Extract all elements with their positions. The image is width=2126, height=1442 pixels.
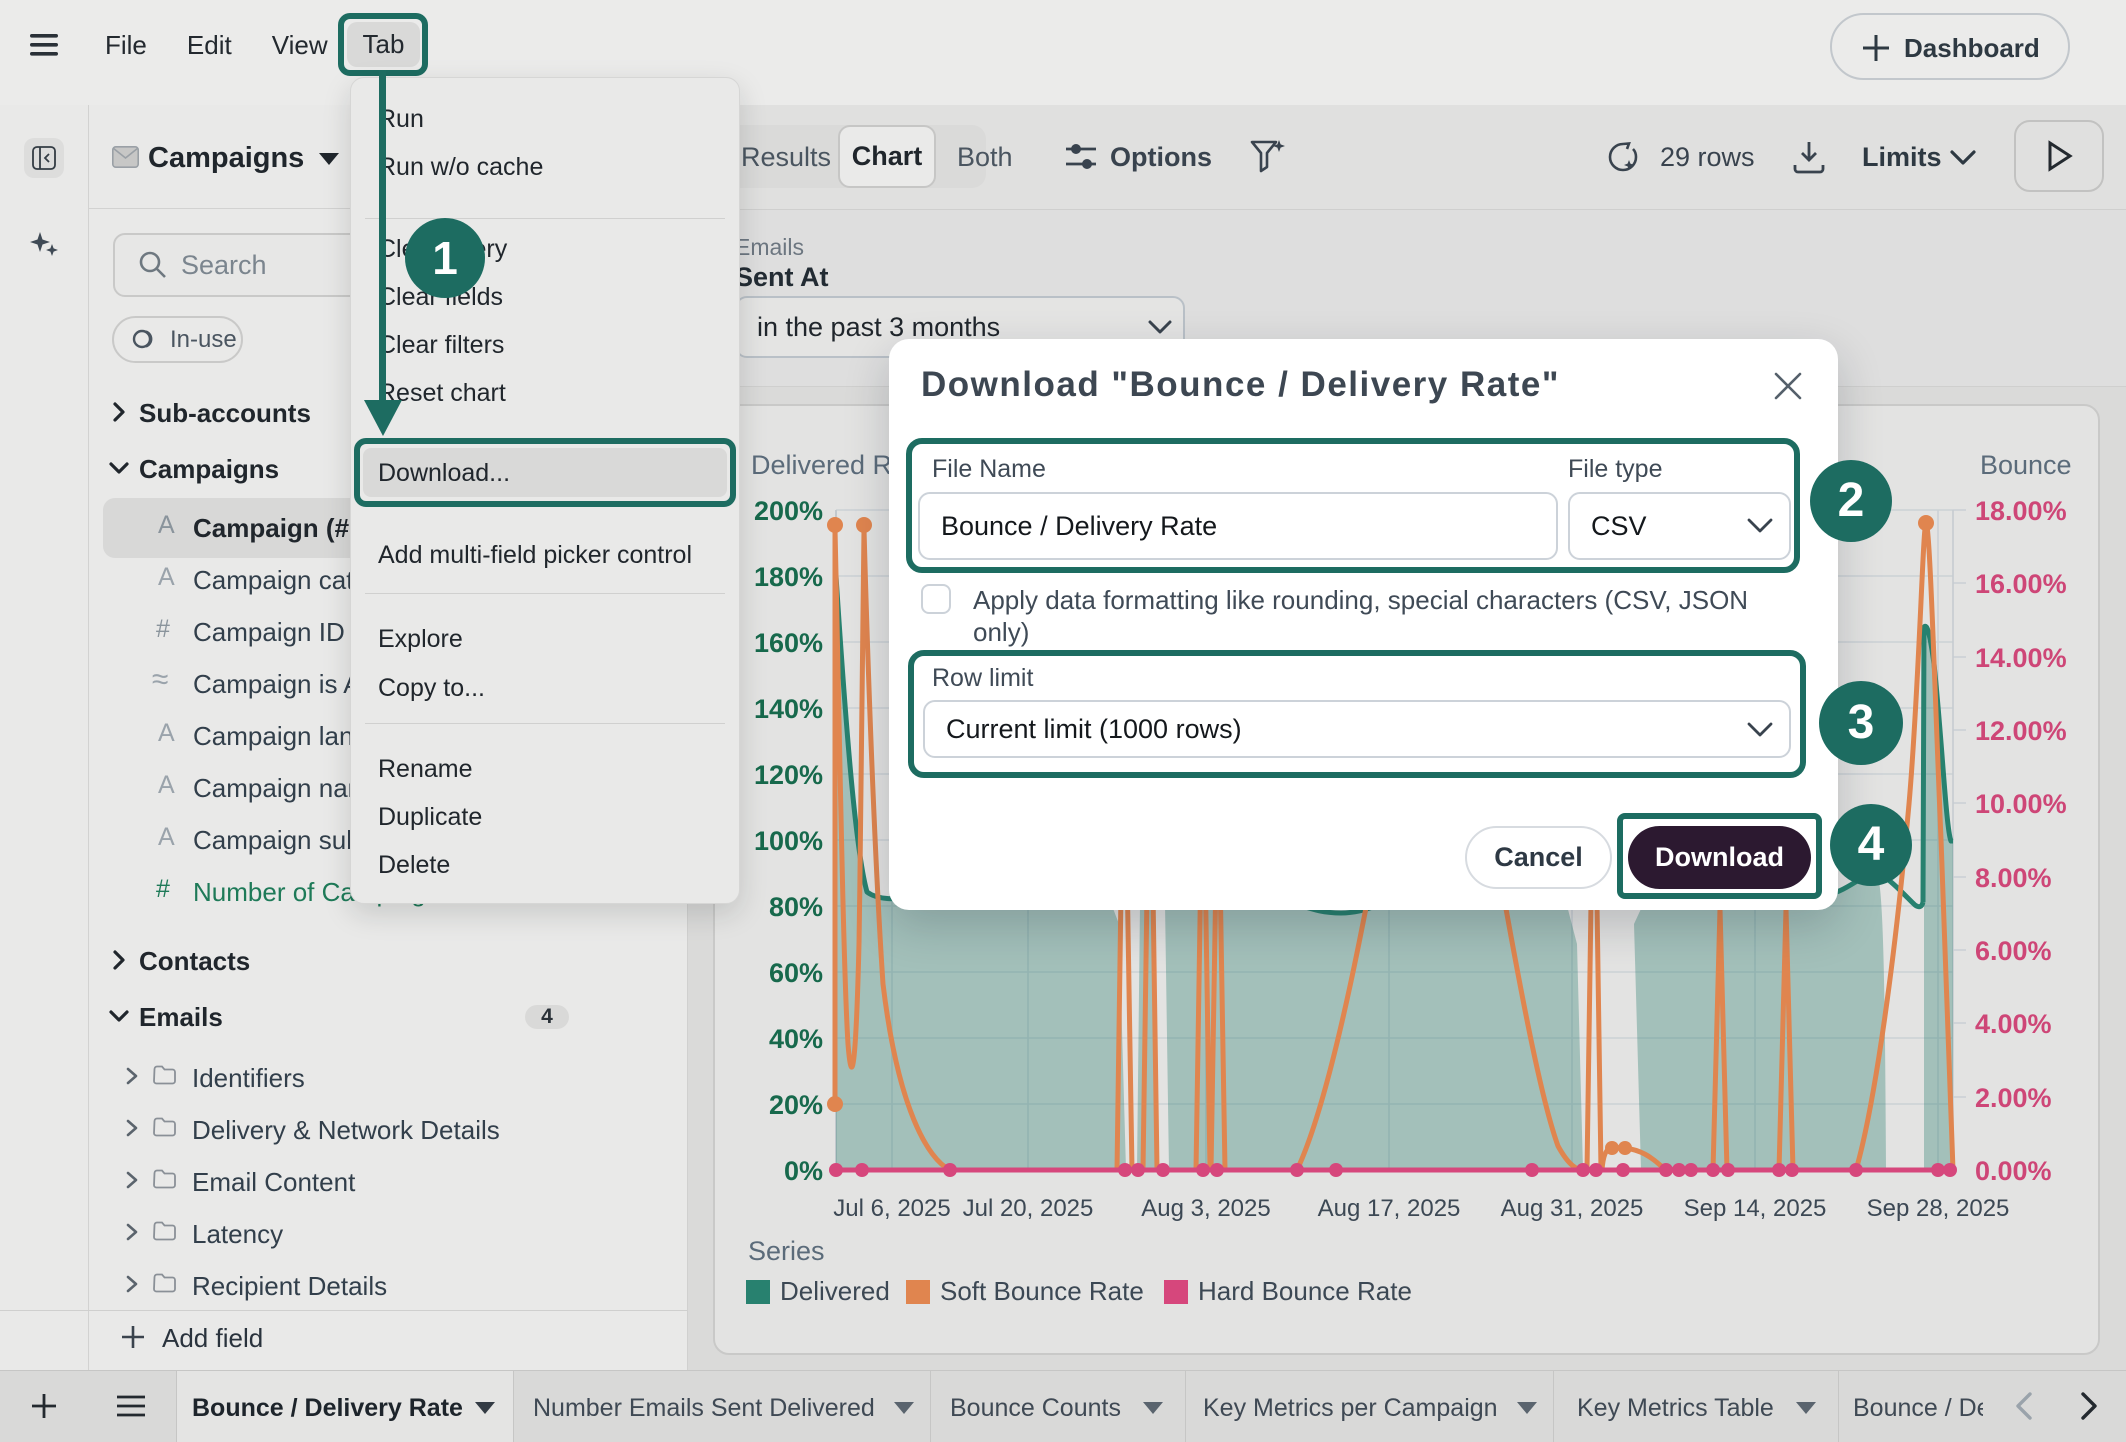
- svg-text:8.00%: 8.00%: [1975, 863, 2052, 893]
- svg-text:100%: 100%: [754, 826, 823, 856]
- svg-text:40%: 40%: [769, 1024, 823, 1054]
- svg-text:0%: 0%: [784, 1156, 823, 1186]
- svg-text:18.00%: 18.00%: [1975, 496, 2067, 526]
- svg-text:Delivered Ra: Delivered Ra: [751, 450, 908, 480]
- svg-text:160%: 160%: [754, 628, 823, 658]
- svg-text:20%: 20%: [769, 1090, 823, 1120]
- svg-text:Aug 17, 2025: Aug 17, 2025: [1318, 1195, 1461, 1222]
- svg-text:140%: 140%: [754, 694, 823, 724]
- svg-text:6.00%: 6.00%: [1975, 936, 2052, 966]
- svg-text:Hard Bounce Rate: Hard Bounce Rate: [1198, 1276, 1412, 1306]
- svg-text:14.00%: 14.00%: [1975, 643, 2067, 673]
- svg-text:2.00%: 2.00%: [1975, 1083, 2052, 1113]
- svg-text:Sep 28, 2025: Sep 28, 2025: [1867, 1195, 2010, 1222]
- svg-text:Sep 14, 2025: Sep 14, 2025: [1684, 1195, 1827, 1222]
- svg-text:200%: 200%: [754, 496, 823, 526]
- svg-text:60%: 60%: [769, 958, 823, 988]
- svg-text:Series: Series: [748, 1236, 825, 1266]
- svg-text:Aug 31, 2025: Aug 31, 2025: [1501, 1195, 1644, 1222]
- svg-text:Bounce: Bounce: [1980, 450, 2072, 480]
- svg-text:Jul 6, 2025: Jul 6, 2025: [833, 1195, 950, 1222]
- svg-text:80%: 80%: [769, 892, 823, 922]
- svg-text:Jul 20, 2025: Jul 20, 2025: [963, 1195, 1094, 1222]
- svg-text:4.00%: 4.00%: [1975, 1009, 2052, 1039]
- svg-text:Delivered: Delivered: [780, 1276, 890, 1306]
- svg-text:10.00%: 10.00%: [1975, 789, 2067, 819]
- svg-text:16.00%: 16.00%: [1975, 569, 2067, 599]
- svg-text:120%: 120%: [754, 760, 823, 790]
- svg-text:0.00%: 0.00%: [1975, 1156, 2052, 1186]
- svg-text:Soft Bounce Rate: Soft Bounce Rate: [940, 1276, 1144, 1306]
- svg-text:180%: 180%: [754, 562, 823, 592]
- svg-text:Aug 3, 2025: Aug 3, 2025: [1141, 1195, 1270, 1222]
- svg-text:12.00%: 12.00%: [1975, 716, 2067, 746]
